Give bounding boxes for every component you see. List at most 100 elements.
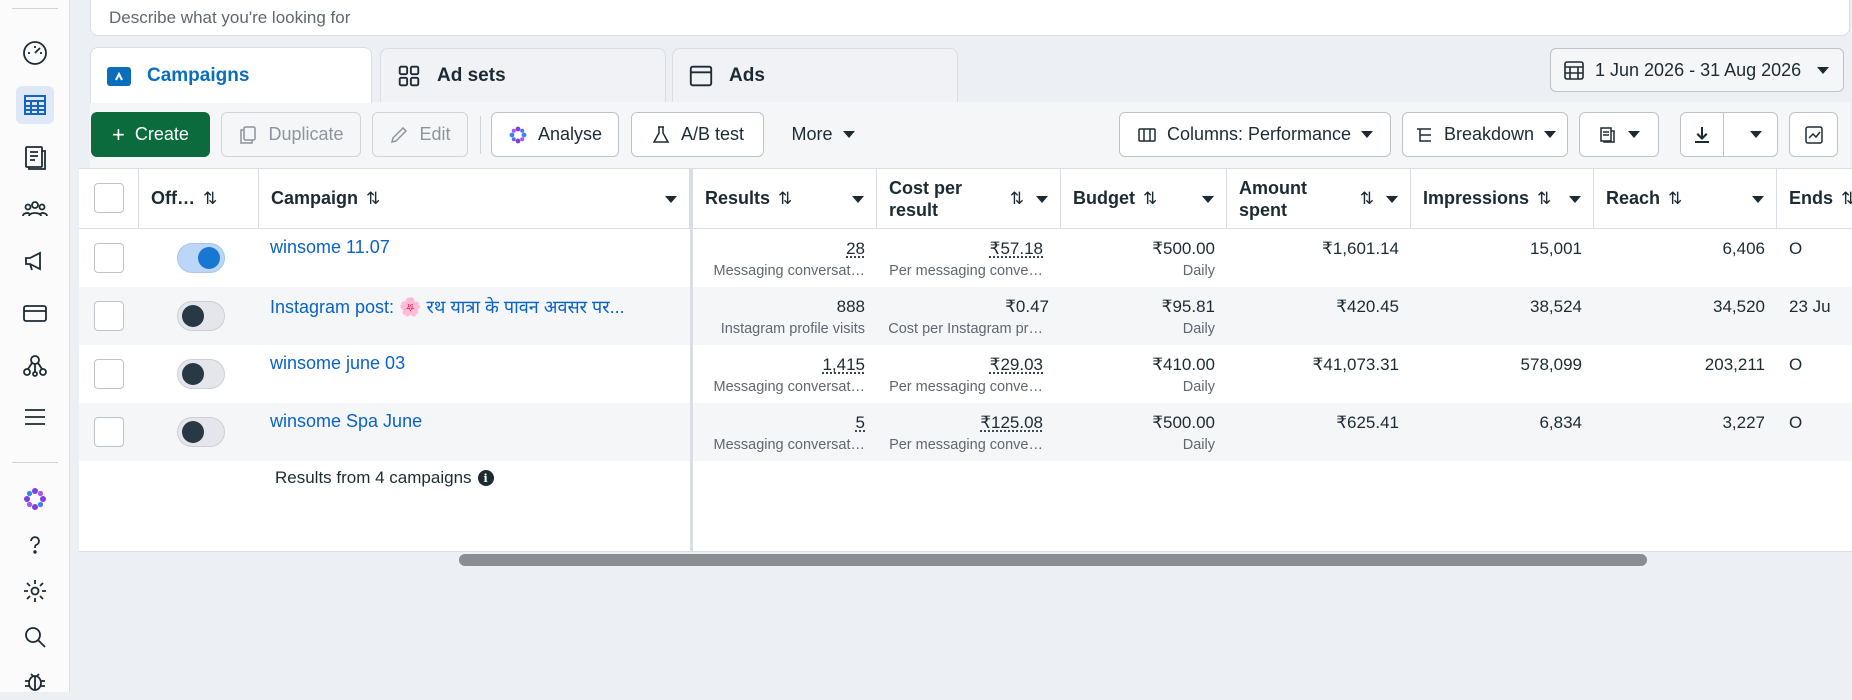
chevron-down-icon[interactable] (1036, 196, 1048, 203)
duplicate-button[interactable]: Duplicate (221, 112, 361, 157)
reach-value: 3,227 (1722, 413, 1765, 432)
table-row[interactable]: winsome june 03 1,415 Messaging conversa… (79, 345, 1852, 403)
help-question-icon[interactable] (16, 526, 54, 564)
menu-hamburger-icon[interactable] (16, 398, 54, 436)
campaign-name-link[interactable]: winsome Spa June (270, 411, 422, 432)
sort-arrows-icon[interactable]: ⇅ (1010, 189, 1024, 209)
column-header-campaign[interactable]: Campaign ⇅ (259, 169, 690, 229)
column-header-impressions[interactable]: Impressions ⇅ (1411, 169, 1594, 229)
sort-arrows-icon[interactable]: ⇅ (366, 189, 380, 209)
results-value[interactable]: 1,415 (822, 355, 865, 375)
info-icon[interactable]: i (477, 470, 494, 486)
catalog-book-icon[interactable] (16, 138, 54, 176)
date-range-picker[interactable]: 1 Jun 2026 - 31 Aug 2026 (1550, 48, 1844, 92)
campaign-name-link[interactable]: Instagram post: 🌸 रथ यात्रा के पावन अवसर… (270, 295, 625, 319)
impressions-cell: 6,834 (1411, 403, 1594, 461)
column-header-off-on[interactable]: Off… ⇅ (139, 169, 259, 229)
row-checkbox[interactable] (94, 359, 124, 389)
tab-ad-sets[interactable]: Ad sets (380, 48, 666, 102)
results-value[interactable]: 888 (837, 297, 865, 317)
cost-value[interactable]: ₹0.47 (1005, 297, 1049, 317)
sort-arrows-icon[interactable]: ⇅ (1537, 189, 1551, 209)
chevron-down-icon[interactable] (1752, 196, 1764, 203)
cost-value[interactable]: ₹57.18 (990, 239, 1043, 259)
row-checkbox[interactable] (94, 417, 124, 447)
results-value[interactable]: 5 (856, 413, 865, 433)
chevron-down-icon[interactable] (1386, 196, 1398, 203)
sort-arrows-icon[interactable]: ⇅ (1143, 189, 1157, 209)
table-row[interactable]: winsome Spa June 5 Messaging conversat… … (79, 403, 1852, 461)
export-options-dropdown[interactable] (1734, 113, 1777, 156)
cost-value[interactable]: ₹29.03 (990, 355, 1043, 375)
tab-campaigns[interactable]: Campaigns (90, 47, 372, 103)
breakdown-button[interactable]: Breakdown (1402, 112, 1568, 157)
frozen-column-divider[interactable] (690, 169, 693, 551)
budget-type: Daily (1182, 263, 1215, 279)
search-input[interactable] (91, 0, 1849, 35)
ads-manager-table-icon[interactable] (16, 86, 54, 124)
settings-gear-icon[interactable] (16, 572, 54, 610)
amount-spent-value: ₹420.45 (1336, 297, 1399, 316)
column-header-reach[interactable]: Reach ⇅ (1594, 169, 1777, 229)
search-icon[interactable] (16, 618, 54, 656)
audiences-people-icon[interactable] (16, 190, 54, 228)
campaign-name-link[interactable]: winsome 11.07 (270, 237, 390, 258)
cost-cell: ₹29.03 Per messaging conve… (877, 345, 1061, 403)
budget-value[interactable]: ₹500.00 (1152, 413, 1215, 433)
budget-value[interactable]: ₹410.00 (1152, 355, 1215, 375)
dashboard-gauge-icon[interactable] (16, 34, 54, 72)
cost-value[interactable]: ₹125.08 (980, 413, 1043, 433)
reports-button[interactable] (1579, 112, 1659, 157)
budget-value[interactable]: ₹95.81 (1162, 297, 1215, 317)
business-network-icon[interactable] (16, 346, 54, 384)
campaigns-table: Off… ⇅ Campaign ⇅ Results ⇅ Cost per res… (79, 168, 1852, 552)
header-label: Ends (1789, 188, 1834, 208)
download-icon[interactable] (1681, 113, 1725, 156)
chevron-down-icon[interactable] (1202, 196, 1214, 203)
ab-test-button[interactable]: A/B test (631, 112, 764, 157)
sort-arrows-icon[interactable]: ⇅ (1841, 189, 1852, 209)
table-row[interactable]: winsome 11.07 28 Messaging conversat… ₹5… (79, 229, 1852, 287)
campaign-toggle[interactable] (177, 301, 225, 331)
more-button[interactable]: More (778, 112, 868, 157)
charts-toggle-button[interactable] (1789, 112, 1838, 157)
column-header-results[interactable]: Results ⇅ (693, 169, 877, 229)
create-button[interactable]: + Create (91, 112, 210, 157)
left-nav-rail (0, 0, 70, 692)
column-header-budget[interactable]: Budget ⇅ (1061, 169, 1227, 229)
bug-report-icon[interactable] (16, 662, 54, 700)
budget-value[interactable]: ₹500.00 (1152, 239, 1215, 259)
column-header-amount-spent[interactable]: Amount spent ⇅ (1227, 169, 1411, 229)
cost-type: Per messaging conve… (889, 437, 1043, 453)
sort-arrows-icon[interactable]: ⇅ (1360, 189, 1374, 209)
chevron-down-icon[interactable] (852, 196, 864, 203)
cost-cell: ₹125.08 Per messaging conve… (877, 403, 1061, 461)
chevron-down-icon (1544, 131, 1557, 138)
meta-ai-flower-icon[interactable] (16, 480, 54, 518)
sort-arrows-icon[interactable]: ⇅ (1668, 189, 1682, 209)
impressions-value: 38,524 (1530, 297, 1582, 316)
sort-arrows-icon[interactable]: ⇅ (203, 189, 217, 209)
chevron-down-icon[interactable] (665, 196, 677, 203)
column-header-cost-per-result[interactable]: Cost per result ⇅ (877, 169, 1061, 229)
results-value[interactable]: 28 (846, 239, 865, 259)
sort-arrows-icon[interactable]: ⇅ (778, 189, 792, 209)
columns-button[interactable]: Columns: Performance (1119, 112, 1391, 157)
cost-type: Cost per Instagram pr… (888, 321, 1043, 337)
row-checkbox[interactable] (94, 243, 124, 273)
tab-ads[interactable]: Ads (672, 48, 958, 102)
campaign-toggle[interactable] (177, 359, 225, 389)
analyse-button[interactable]: Analyse (491, 112, 619, 157)
row-checkbox[interactable] (94, 301, 124, 331)
chevron-down-icon[interactable] (1569, 196, 1581, 203)
campaign-toggle[interactable] (177, 417, 225, 447)
edit-button[interactable]: Edit (372, 112, 468, 157)
advertise-megaphone-icon[interactable] (16, 242, 54, 280)
campaign-name-link[interactable]: winsome june 03 (270, 353, 405, 374)
horizontal-scrollbar[interactable] (459, 554, 1647, 566)
table-row[interactable]: Instagram post: 🌸 रथ यात्रा के पावन अवसर… (79, 287, 1852, 345)
billing-card-icon[interactable] (16, 294, 54, 332)
campaign-toggle[interactable] (177, 243, 225, 273)
column-header-ends[interactable]: Ends ⇅ (1777, 169, 1852, 229)
select-all-checkbox[interactable] (94, 183, 124, 213)
